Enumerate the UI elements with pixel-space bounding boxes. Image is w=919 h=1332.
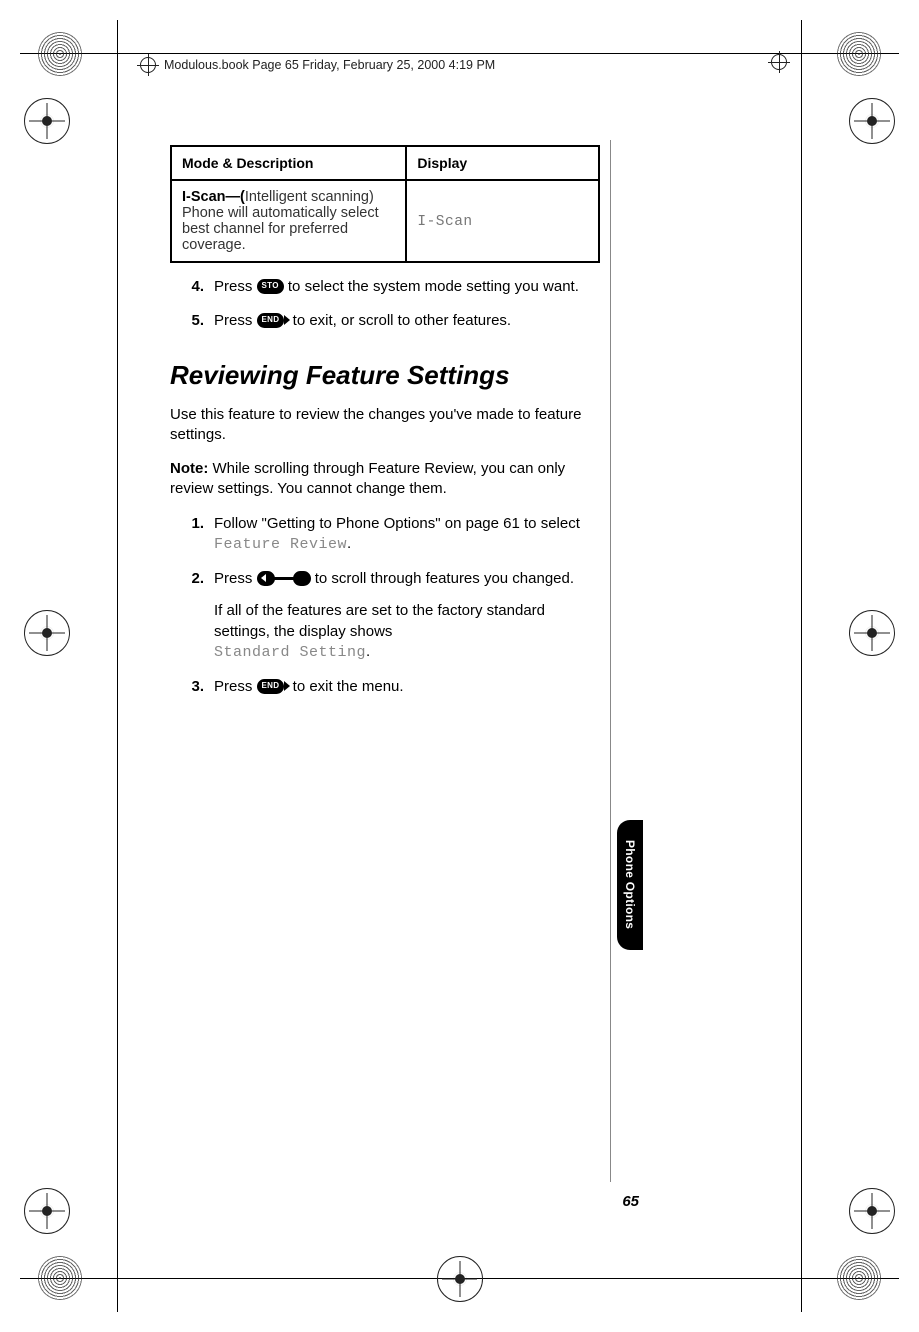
text: Press <box>214 312 257 329</box>
steps-review: 1. Follow "Getting to Phone Options" on … <box>170 514 600 698</box>
step-body: Press STO to select the system mode sett… <box>214 277 600 297</box>
page-content: Mode & Description Display I-Scan—(Intel… <box>170 145 600 711</box>
mode-description: Phone will automatically select best cha… <box>182 205 395 253</box>
registration-target-icon <box>437 1256 483 1302</box>
table-header-display: Display <box>406 146 599 180</box>
sto-key-icon: STO <box>257 279 284 294</box>
running-head: Modulous.book Page 65 Friday, February 2… <box>140 54 779 76</box>
text: Press <box>214 278 257 295</box>
ornament-icon <box>38 32 82 76</box>
registration-target-icon <box>849 98 895 144</box>
step-paragraph: If all of the features are set to the fa… <box>214 601 600 663</box>
step-5: 5. Press END to exit, or scroll to other… <box>170 311 600 331</box>
text: . <box>366 643 370 660</box>
table-row: I-Scan—(Intelligent scanning) Phone will… <box>171 180 599 262</box>
step-number: 5. <box>170 311 214 331</box>
registration-target-icon <box>849 610 895 656</box>
ornament-icon <box>837 1256 881 1300</box>
step-body: Press END to exit, or scroll to other fe… <box>214 311 600 331</box>
crop-mark-right <box>801 20 802 1312</box>
crop-tick-icon <box>140 57 156 73</box>
text: If all of the features are set to the fa… <box>214 602 545 639</box>
step-3: 3. Press END to exit the menu. <box>170 677 600 697</box>
step-number: 2. <box>170 569 214 663</box>
table-cell-mode: I-Scan—(Intelligent scanning) Phone will… <box>171 180 406 262</box>
note-label: Note: <box>170 460 208 477</box>
section-note: Note: While scrolling through Feature Re… <box>170 459 600 500</box>
registration-target-icon <box>24 1188 70 1234</box>
registration-target-icon <box>24 610 70 656</box>
step-2: 2. Press to scroll through features you … <box>170 569 600 663</box>
step-body: Follow "Getting to Phone Options" on pag… <box>214 514 600 556</box>
registration-target-icon <box>24 98 70 144</box>
table-header-mode: Mode & Description <box>171 146 406 180</box>
text: . <box>347 535 351 552</box>
ornament-icon <box>38 1256 82 1300</box>
step-number: 4. <box>170 277 214 297</box>
gutter-line <box>610 140 611 1182</box>
text: Follow "Getting to Phone Options" on pag… <box>214 515 580 532</box>
text: Press <box>214 570 257 587</box>
end-key-icon: END <box>257 313 285 328</box>
mode-table: Mode & Description Display I-Scan—(Intel… <box>170 145 600 263</box>
crop-tick-icon <box>771 54 787 70</box>
text: Press <box>214 678 257 695</box>
table-cell-display: I-Scan <box>406 180 599 262</box>
section-heading: Reviewing Feature Settings <box>170 360 600 391</box>
section-intro: Use this feature to review the changes y… <box>170 405 600 446</box>
text: to scroll through features you changed. <box>315 570 574 587</box>
step-number: 1. <box>170 514 214 556</box>
note-body: While scrolling through Feature Review, … <box>170 460 565 497</box>
lcd-text: Feature Review <box>214 536 347 553</box>
mode-label: I-Scan—( <box>182 189 245 205</box>
text: to exit, or scroll to other features. <box>293 312 511 329</box>
lcd-text: Standard Setting <box>214 644 366 661</box>
registration-target-icon <box>849 1188 895 1234</box>
side-tab: Phone Options <box>617 820 643 950</box>
step-body: Press END to exit the menu. <box>214 677 600 697</box>
end-key-icon: END <box>257 679 285 694</box>
text: to exit the menu. <box>293 678 404 695</box>
step-1: 1. Follow "Getting to Phone Options" on … <box>170 514 600 556</box>
steps-continued: 4. Press STO to select the system mode s… <box>170 277 600 332</box>
ornament-icon <box>837 32 881 76</box>
mode-paren: Intelligent scanning) <box>245 189 374 205</box>
nav-key-icon <box>257 571 311 586</box>
display-value: I-Scan <box>417 214 472 230</box>
running-head-text: Modulous.book Page 65 Friday, February 2… <box>164 58 495 72</box>
page-number: 65 <box>622 1193 639 1210</box>
crop-mark-left <box>117 20 118 1312</box>
text: to select the system mode setting you wa… <box>288 278 579 295</box>
step-body: Press to scroll through features you cha… <box>214 569 600 663</box>
step-number: 3. <box>170 677 214 697</box>
step-4: 4. Press STO to select the system mode s… <box>170 277 600 297</box>
